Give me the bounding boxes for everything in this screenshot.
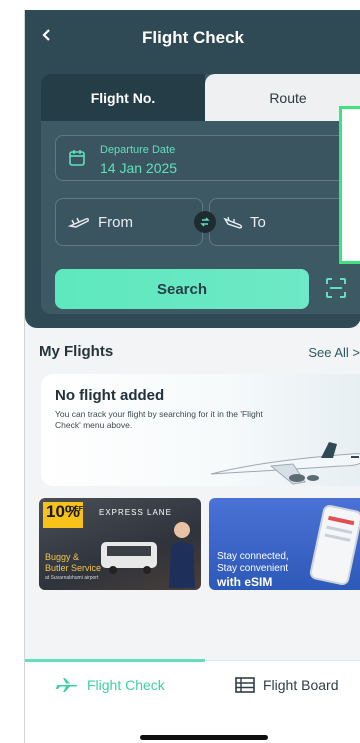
bottom-nav: Flight Check Flight Board <box>25 659 360 743</box>
search-card: Flight No. Route Departure Date 14 Jan 2… <box>41 74 360 314</box>
landing-icon <box>223 216 243 229</box>
home-indicator <box>140 735 268 740</box>
promo-esim[interactable]: Stay connected, Stay convenient with eSI… <box>209 498 360 590</box>
nav-flight-check-label: Flight Check <box>87 677 165 693</box>
takeoff-icon <box>68 217 89 228</box>
nav-flight-board-label: Flight Board <box>263 677 339 693</box>
scan-icon[interactable] <box>325 277 347 299</box>
swap-button[interactable] <box>194 211 216 233</box>
search-button[interactable]: Search <box>55 269 309 309</box>
nav-flight-check[interactable]: Flight Check <box>55 677 165 693</box>
board-icon <box>235 677 255 693</box>
to-label: To <box>250 214 266 231</box>
promo-tag: EXPRESS LANE <box>99 508 172 517</box>
esim-line-3: with eSIM <box>217 575 273 589</box>
promo-express-lane[interactable]: 10% OFF EXPRESS LANE Buggy & Butler Serv… <box>39 498 201 590</box>
promo-line-3: at Suvarnabhumi airport <box>45 575 99 581</box>
airplane-illustration <box>210 442 360 485</box>
departure-date-value: 14 Jan 2025 <box>100 160 178 176</box>
esim-line-1: Stay connected, <box>217 551 289 562</box>
nav-flight-board[interactable]: Flight Board <box>235 677 338 693</box>
plane-icon <box>56 678 78 692</box>
phone-illustration <box>309 504 360 586</box>
see-all-link[interactable]: See All > <box>308 345 360 360</box>
my-flights-title: My Flights <box>39 343 114 360</box>
page-title: Flight Check <box>141 28 244 47</box>
departure-date-label: Departure Date <box>100 144 176 156</box>
from-label: From <box>98 214 133 231</box>
promo-line-1: Buggy & <box>45 552 80 562</box>
app-screen: Flight Check Flight No. Route Departure … <box>24 10 360 743</box>
from-field[interactable]: From <box>55 198 203 246</box>
tab-route[interactable]: Route <box>205 74 360 121</box>
promo-line-2: Butler Service <box>45 563 102 573</box>
no-flight-card: No flight added You can track your fligh… <box>41 374 360 486</box>
swap-icon <box>200 217 210 227</box>
no-flight-title: No flight added <box>55 387 165 404</box>
tab-flight-no[interactable]: Flight No. <box>41 74 205 121</box>
promo-discount-suffix: OFF <box>69 506 83 513</box>
to-field[interactable]: To <box>209 198 360 246</box>
calendar-icon <box>69 150 85 166</box>
butler-illustration <box>169 522 195 588</box>
departure-date-field[interactable]: Departure Date 14 Jan 2025 <box>55 135 360 181</box>
active-tab-indicator <box>25 659 205 662</box>
esim-line-2: Stay convenient <box>217 563 289 574</box>
highlight-box <box>339 106 360 264</box>
promo-discount-badge: 10% OFF <box>43 502 83 528</box>
flight-check-header: Flight Check Flight No. Route Departure … <box>25 10 360 328</box>
